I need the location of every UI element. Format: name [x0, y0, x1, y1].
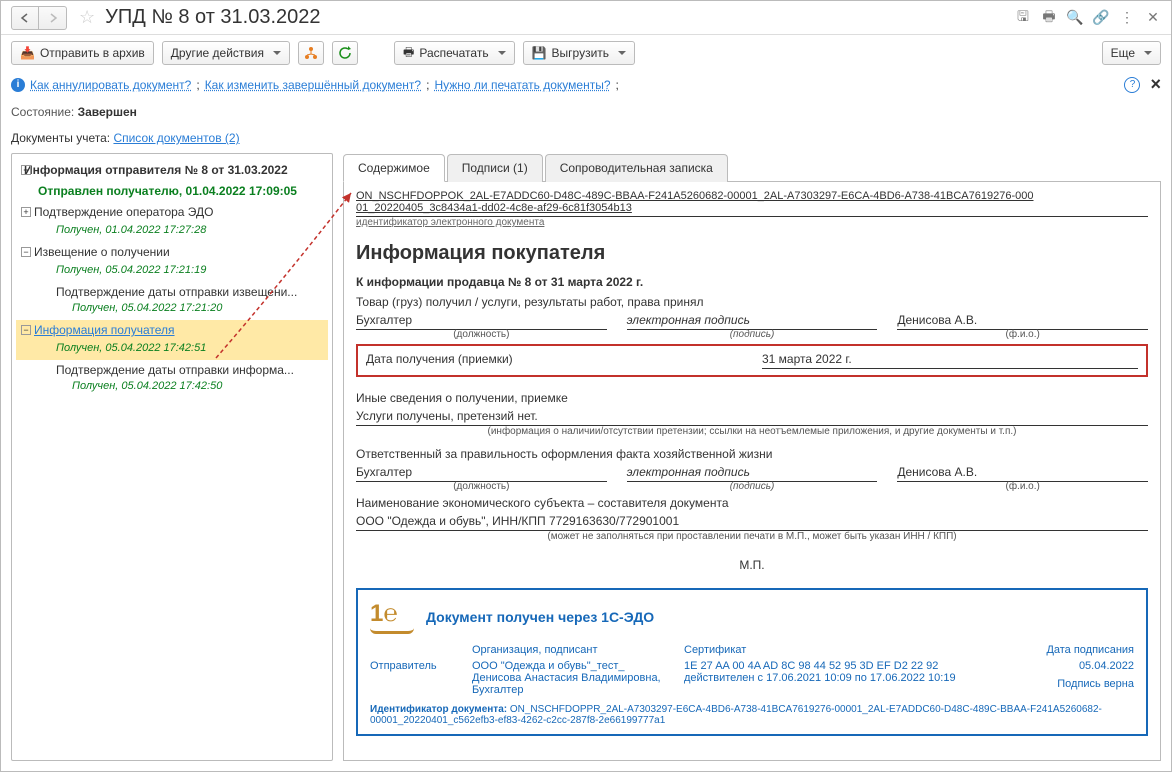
link-icon[interactable]: 🔗: [1093, 10, 1109, 26]
org-caption: (может не заполняться при проставлении п…: [356, 530, 1148, 542]
archive-icon: 📥: [20, 46, 35, 60]
collapse-icon[interactable]: −: [21, 165, 31, 175]
search-icon[interactable]: 🔍: [1067, 10, 1083, 26]
collapse-icon[interactable]: −: [21, 325, 31, 335]
more-button[interactable]: Еще: [1102, 41, 1161, 65]
tree-node-recipient-info[interactable]: − Информация получателя: [16, 320, 328, 340]
received-line: Товар (груз) получил / услуги, результат…: [356, 295, 1148, 309]
tab-signatures[interactable]: Подписи (1): [447, 154, 543, 182]
expand-icon[interactable]: +: [21, 207, 31, 217]
export-button[interactable]: 💾 Выгрузить: [523, 41, 635, 65]
tree-status: Получен, 05.04.2022 17:21:20: [16, 300, 328, 320]
docs-label: Документы учета:: [11, 131, 110, 145]
tree-node-edo[interactable]: + Подтверждение оператора ЭДО: [16, 202, 328, 222]
collapse-icon[interactable]: −: [21, 247, 31, 257]
tree-status: Получен, 05.04.2022 17:21:19: [16, 262, 328, 282]
tree-root[interactable]: − Информация отправителя № 8 от 31.03.20…: [16, 160, 328, 180]
stamp-org-head: Организация, подписант: [472, 644, 672, 656]
other-info-caption: (информация о наличии/отсутствии претенз…: [356, 425, 1148, 437]
fio-field2: Денисова А.В.(ф.и.о.): [897, 465, 1148, 482]
stamp-title: Документ получен через 1С-ЭДО: [426, 609, 654, 625]
position-field: Бухгалтер(должность): [356, 313, 607, 330]
tree-status: Получен, 01.04.2022 17:27:28: [16, 222, 328, 242]
tree-sent-status: Отправлен получателю, 01.04.2022 17:09:0…: [16, 180, 328, 202]
export-icon: 💾: [532, 46, 547, 60]
printer-icon: 🖶: [403, 43, 414, 64]
stamp-date: 05.04.2022: [1024, 660, 1134, 672]
forward-button[interactable]: [39, 6, 67, 30]
stamp-cert-head: Сертификат: [684, 644, 1012, 656]
print-icon[interactable]: 🖶: [1041, 10, 1057, 26]
favorite-icon[interactable]: ☆: [79, 7, 95, 28]
more-icon[interactable]: ⋮: [1119, 10, 1135, 26]
info-icon: i: [11, 78, 25, 92]
tree-node-receipt[interactable]: − Извещение о получении: [16, 242, 328, 262]
logo-1c-icon: 1℮: [370, 600, 414, 634]
stamp-signer: Денисова Анастасия Владимировна, Бухгалт…: [472, 672, 672, 696]
close-hint-icon[interactable]: ×: [1150, 74, 1161, 95]
other-actions-button[interactable]: Другие действия: [162, 41, 290, 65]
org-head: Наименование экономического субъекта – с…: [356, 496, 1148, 510]
responsible-line: Ответственный за правильность оформления…: [356, 447, 1148, 461]
tree-node-confirm1[interactable]: Подтверждение даты отправки извещени...: [16, 282, 328, 300]
stamp-org: ООО "Одежда и обувь"_тест_: [472, 660, 672, 672]
print-button[interactable]: 🖶 Распечатать: [394, 41, 515, 65]
stamp-sender-label: Отправитель: [370, 660, 460, 672]
tree-node-confirm2[interactable]: Подтверждение даты отправки информа...: [16, 360, 328, 378]
buyer-info-heading: Информация покупателя: [356, 242, 1148, 265]
edo-stamp: 1℮ Документ получен через 1С-ЭДО Отправи…: [356, 588, 1148, 736]
hierarchy-icon-button[interactable]: [298, 41, 324, 65]
signature-field2: электронная подпись(подпись): [627, 465, 878, 482]
org-value: ООО "Одежда и обувь", ИНН/КПП 7729163630…: [356, 514, 1148, 528]
archive-button[interactable]: 📥 Отправить в архив: [11, 41, 154, 65]
tab-content[interactable]: Содержимое: [343, 154, 445, 182]
link-edit[interactable]: Как изменить завершённый документ?: [205, 78, 421, 92]
state-label: Состояние:: [11, 105, 74, 119]
window-title: УПД № 8 от 31.03.2022: [105, 6, 1009, 29]
content-panel: ON_NSCHFDOPPOK_2AL-E7ADDC60-D48C-489C-BB…: [343, 182, 1161, 761]
tree-panel: − Информация отправителя № 8 от 31.03.20…: [11, 153, 333, 761]
stamp-cert-valid: действителен с 17.06.2021 10:09 по 17.06…: [684, 672, 1012, 684]
link-annul[interactable]: Как аннулировать документ?: [30, 78, 191, 92]
save-icon[interactable]: 🖫: [1015, 10, 1031, 26]
signature-field: электронная подпись(подпись): [627, 313, 878, 330]
help-icon[interactable]: ?: [1124, 77, 1140, 93]
docs-link[interactable]: Список документов (2): [113, 131, 239, 145]
stamp-cert: 1E 27 AA 00 4A AD 8C 98 44 52 95 3D EF D…: [684, 660, 1012, 672]
stamp-date-head: Дата подписания: [1024, 644, 1134, 656]
link-printq[interactable]: Нужно ли печатать документы?: [434, 78, 610, 92]
seller-ref: К информации продавца № 8 от 31 марта 20…: [356, 275, 1148, 289]
stamp-placeholder: М.П.: [356, 558, 1148, 572]
close-icon[interactable]: ✕: [1145, 10, 1161, 26]
tree-status: Получен, 05.04.2022 17:42:51: [16, 340, 328, 360]
doc-id: ON_NSCHFDOPPOK_2AL-E7ADDC60-D48C-489C-BB…: [356, 190, 1148, 228]
back-button[interactable]: [11, 6, 39, 30]
date-value: 31 марта 2022 г.: [762, 352, 1138, 369]
stamp-valid: Подпись верна: [1024, 678, 1134, 690]
refresh-button[interactable]: [332, 41, 358, 65]
other-info-head: Иные сведения о получении, приемке: [356, 391, 1148, 405]
stamp-id-label: Идентификатор документа:: [370, 704, 507, 715]
receipt-date-highlight: Дата получения (приемки) 31 марта 2022 г…: [356, 344, 1148, 377]
state-value: Завершен: [78, 105, 137, 119]
tab-cover-note[interactable]: Сопроводительная записка: [545, 154, 728, 182]
tree-status: Получен, 05.04.2022 17:42:50: [16, 378, 328, 398]
other-info-value: Услуги получены, претензий нет.: [356, 409, 1148, 423]
fio-field: Денисова А.В.(ф.и.о.): [897, 313, 1148, 330]
date-label: Дата получения (приемки): [366, 352, 742, 369]
position-field2: Бухгалтер(должность): [356, 465, 607, 482]
